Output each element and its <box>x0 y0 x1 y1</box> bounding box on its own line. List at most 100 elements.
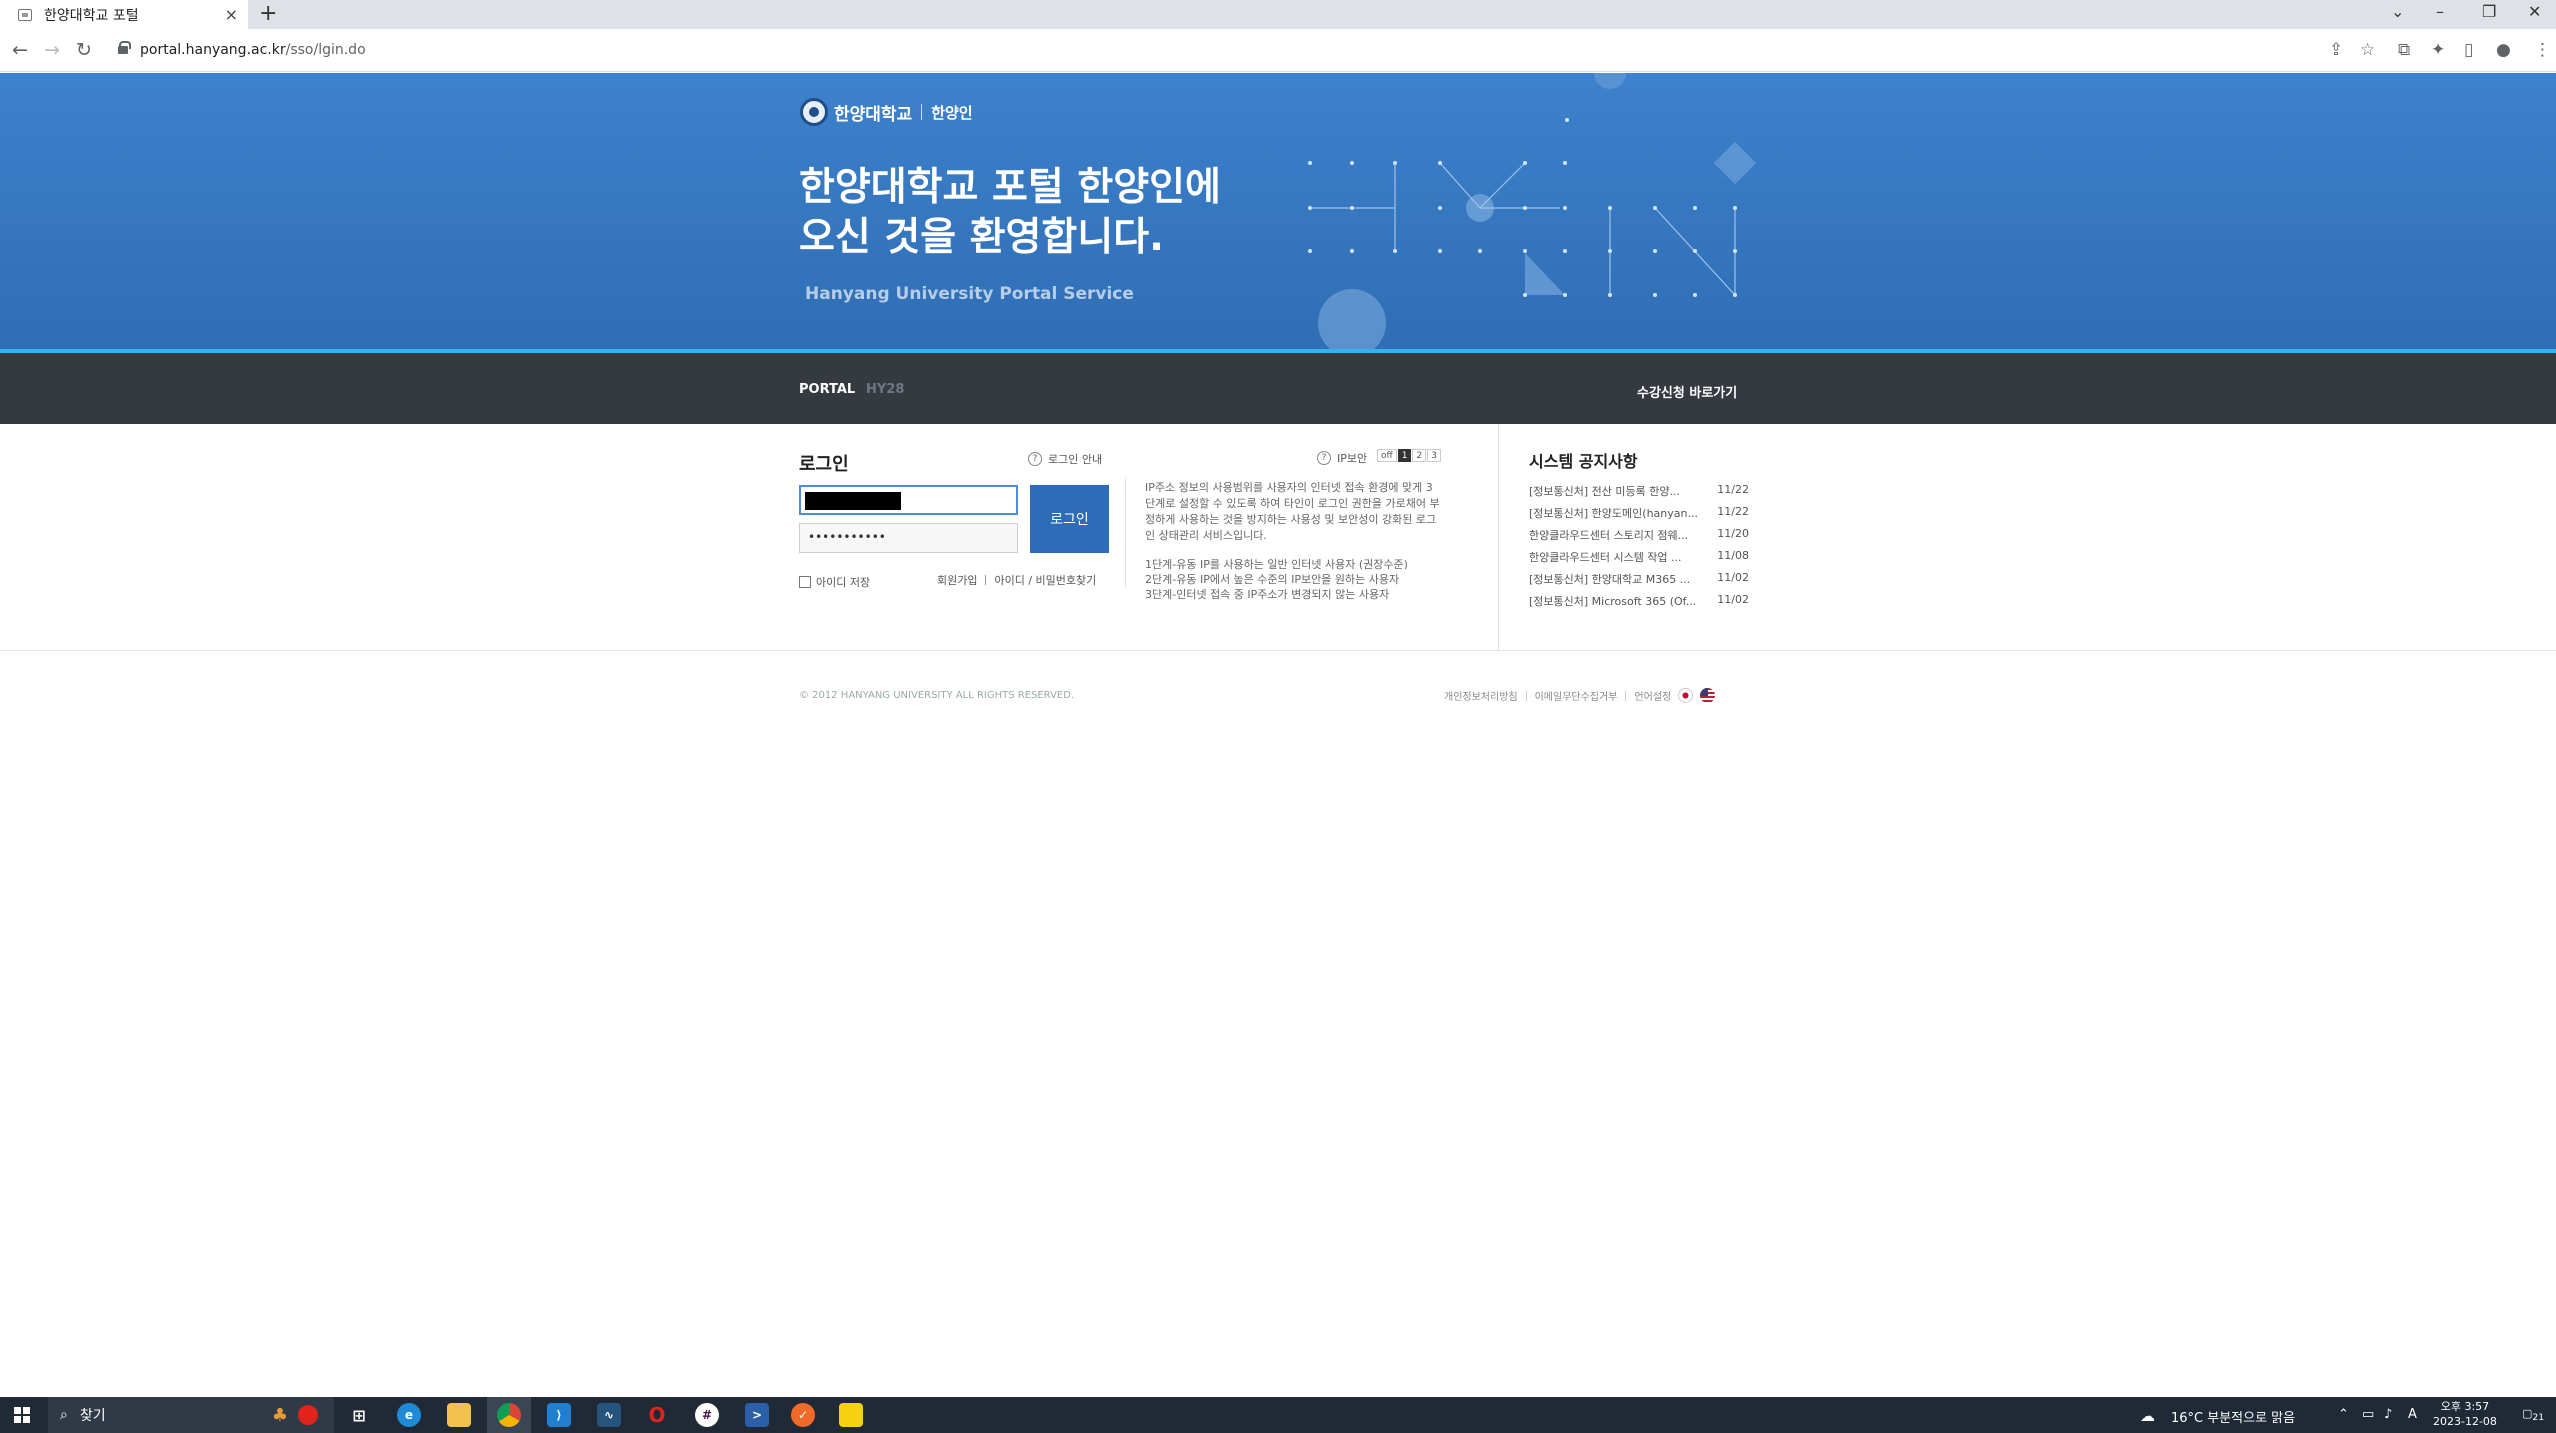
divider-login <box>1125 478 1126 588</box>
lock-icon[interactable] <box>118 41 131 54</box>
bookmark-star-icon[interactable]: ☆ <box>2360 40 2375 60</box>
tab-search-icon[interactable]: ⌄ <box>2391 2 2404 21</box>
ip-security-label: IP보안 <box>1337 452 1368 465</box>
menu-icon[interactable]: ⋮ <box>2534 40 2551 60</box>
powershell-icon[interactable]: > <box>745 1403 769 1427</box>
weather-label[interactable]: 16°C 부분적으로 맑음 <box>2171 1407 2295 1426</box>
link-divider <box>1525 690 1527 701</box>
browser-tab[interactable]: 한양대학교 포털 × <box>0 0 248 29</box>
korean-flag-icon[interactable] <box>1678 688 1694 703</box>
reload-icon[interactable]: ↻ <box>76 39 92 61</box>
volume-icon[interactable]: ♪ <box>2384 1407 2392 1422</box>
nav-portal[interactable]: PORTAL <box>799 382 855 397</box>
ip-level-1[interactable]: 1 <box>1397 449 1412 462</box>
password-input[interactable]: ••••••••••• <box>799 523 1018 553</box>
notice-date: 11/02 <box>1717 571 1749 584</box>
signup-link[interactable]: 회원가입 <box>937 572 977 588</box>
us-flag-icon[interactable] <box>1700 688 1716 703</box>
clock-time: 오후 3:57 <box>2440 1400 2490 1413</box>
notice-title: 한양클라우드센터 스토리지 점웨... <box>1529 529 1689 542</box>
notice-title: [정보통신처] 한양대학교 M365 ... <box>1529 573 1691 586</box>
notification-count: 21 <box>2532 1412 2545 1424</box>
notice-item[interactable]: [정보통신처] 전산 미등록 한양... 11/22 <box>1529 483 1749 505</box>
email-refusal-link[interactable]: 이메일무단수집거부 <box>1535 688 1618 703</box>
task-view-icon[interactable]: ⊞ <box>347 1403 371 1427</box>
login-button[interactable]: 로그인 <box>1030 485 1109 553</box>
notice-date: 11/22 <box>1717 505 1749 518</box>
clock-date: 2023-12-08 <box>2433 1415 2497 1428</box>
side-panel-icon[interactable]: ▯ <box>2464 40 2473 60</box>
slack-icon[interactable]: # <box>695 1403 719 1427</box>
password-mask: ••••••••••• <box>808 530 886 544</box>
extension-icon[interactable]: ⧉ <box>2398 40 2410 60</box>
url-field[interactable]: portal.hanyang.ac.kr/sso/lgin.do <box>140 42 366 58</box>
ip-level-2[interactable]: 2 <box>1412 449 1427 462</box>
username-input[interactable] <box>799 485 1018 515</box>
checkbox-icon[interactable] <box>799 576 811 588</box>
hidden-icons-chevron-icon[interactable]: ⌃ <box>2338 1407 2349 1422</box>
course-registration-link[interactable]: 수강신청 바로가기 <box>1637 382 1737 401</box>
weather-icon[interactable]: ☁ <box>2140 1407 2155 1425</box>
save-id-checkbox[interactable]: 아이디 저장 <box>799 574 870 590</box>
ip-security-description: IP주소 정보의 사용범위를 사용자의 인터넷 접속 환경에 맞게 3단계로 설… <box>1145 481 1440 542</box>
ip-level-3[interactable]: 3 <box>1427 449 1441 462</box>
profile-icon[interactable]: ● <box>2496 40 2511 60</box>
ime-indicator[interactable]: A <box>2408 1407 2417 1422</box>
university-seal-icon <box>800 98 828 126</box>
notice-item[interactable]: [정보통신처] 한양도메인(hanyan... 11/22 <box>1529 505 1749 527</box>
privacy-link[interactable]: 개인정보처리방침 <box>1444 688 1518 703</box>
chrome-icon[interactable] <box>497 1403 521 1427</box>
link-divider <box>1625 690 1627 701</box>
postman-icon[interactable]: ✓ <box>791 1403 815 1427</box>
url-path: /sso/lgin.do <box>285 42 366 58</box>
forward-icon[interactable]: → <box>44 39 60 61</box>
link-divider <box>985 575 987 585</box>
taskbar: ⌕ 찾기 ♣ ⊞ e ⟩ ∿ O # > ✓ ☁ 16°C 부분적으로 맑음 ⌃… <box>0 1397 2556 1433</box>
notices-list: [정보통신처] 전산 미등록 한양... 11/22 [정보통신처] 한양도메인(… <box>1529 483 1749 615</box>
file-explorer-icon[interactable] <box>447 1403 471 1427</box>
ip-level-off[interactable]: off <box>1377 449 1397 462</box>
close-window-icon[interactable]: ✕ <box>2528 2 2541 21</box>
notice-date: 11/02 <box>1717 593 1749 606</box>
footer-divider <box>0 650 2556 651</box>
main-nav: PORTAL HY28 수강신청 바로가기 <box>0 353 2556 424</box>
nav-hy28[interactable]: HY28 <box>866 382 904 397</box>
ip-security-help[interactable]: ? IP보안 <box>1317 450 1367 466</box>
tab-title: 한양대학교 포털 <box>44 7 139 24</box>
puzzle-icon[interactable]: ✦ <box>2431 40 2445 60</box>
edge-icon[interactable]: e <box>397 1403 421 1427</box>
notice-item[interactable]: 한양클라우드센터 시스템 작업 ... 11/08 <box>1529 549 1749 571</box>
search-highlight-icon[interactable]: ♣ <box>268 1403 292 1427</box>
network-icon[interactable]: ▭ <box>2362 1407 2374 1422</box>
new-tab-button[interactable]: + <box>259 1 277 26</box>
restore-icon[interactable]: ❐ <box>2482 2 2496 21</box>
brand-name: 한양대학교 <box>834 104 913 125</box>
notification-icon[interactable]: ▢21 <box>2522 1407 2544 1423</box>
clock[interactable]: 오후 3:57 2023-12-08 <box>2433 1399 2497 1429</box>
notices-title: 시스템 공지사항 <box>1529 452 1638 471</box>
hero-banner: 한양대학교 한양인 한양대학교 포털 한양인에 오신 것을 환영합니다. Han… <box>0 73 2556 352</box>
notice-item[interactable]: [정보통신처] 한양대학교 M365 ... 11/02 <box>1529 571 1749 593</box>
windows-start-icon[interactable] <box>14 1407 30 1423</box>
minimize-icon[interactable]: – <box>2436 2 2444 21</box>
notice-item[interactable]: 한양클라우드센터 스토리지 점웨... 11/20 <box>1529 527 1749 549</box>
close-tab-icon[interactable]: × <box>225 5 238 24</box>
ip-level-1-desc: 1단계-유동 IP를 사용하는 일반 인터넷 사용자 (권장수준) <box>1145 558 1408 571</box>
brand-divider <box>921 104 923 120</box>
opera-icon[interactable]: O <box>645 1403 669 1427</box>
share-icon[interactable]: ⇪ <box>2329 40 2343 60</box>
app-icon[interactable]: ∿ <box>597 1403 621 1427</box>
find-account-link[interactable]: 아이디 / 비밀번호찾기 <box>994 572 1096 588</box>
ip-security-toggle: off 1 2 3 <box>1376 449 1441 462</box>
university-logo[interactable]: 한양대학교 한양인 <box>800 98 973 126</box>
notice-date: 11/20 <box>1717 527 1749 540</box>
notice-item[interactable]: [정보통신처] Microsoft 365 (Of... 11/02 <box>1529 593 1749 615</box>
taskbar-search-label: 찾기 <box>79 1408 106 1424</box>
notice-title: [정보통신처] 한양도메인(hanyan... <box>1529 507 1698 520</box>
back-icon[interactable]: ← <box>12 39 28 61</box>
address-bar: ← → ↻ portal.hanyang.ac.kr/sso/lgin.do ⇪… <box>0 29 2556 72</box>
sticky-notes-icon[interactable] <box>839 1403 863 1427</box>
ip-level-2-desc: 2단계-유동 IP에서 높은 수준의 IP보안을 원하는 사용자 <box>1145 573 1400 586</box>
vscode-icon[interactable]: ⟩ <box>547 1403 571 1427</box>
login-guide-link[interactable]: ? 로그인 안내 <box>1028 451 1102 467</box>
